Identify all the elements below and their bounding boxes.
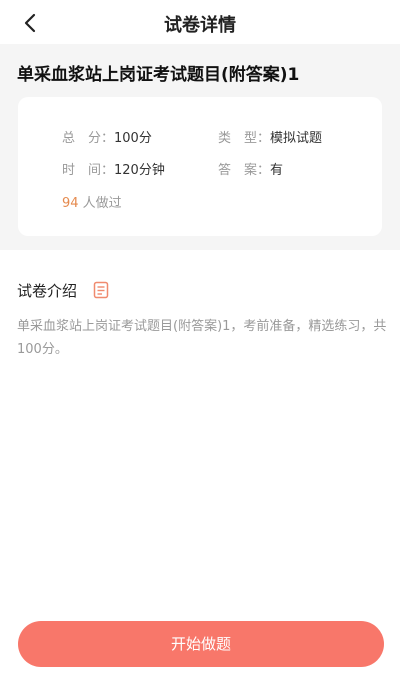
total-score-label: 总 分： [62,131,115,146]
answer-value: 有 [270,163,284,178]
done-count-suffix: 人做过 [78,196,122,211]
page-title: 试卷详情 [164,15,236,36]
answer-label: 答 案： [218,163,271,178]
time-row: 时 间：120分钟 [62,159,165,178]
type-label: 类 型： [218,131,271,146]
time-value: 120分钟 [114,163,165,178]
total-score-row: 总 分：100分 [62,127,152,146]
type-value: 模拟试题 [270,131,323,146]
paper-info-card: 总 分：100分 类 型：模拟试题 时 间：120分钟 答 案：有 94 人做过 [18,97,382,236]
paper-title: 单采血浆站上岗证考试题目(附答案)1 [17,65,300,85]
done-count: 94 人做过 [62,192,122,211]
done-count-number: 94 [62,196,79,211]
document-icon [93,281,109,299]
start-button[interactable]: 开始做题 [18,621,384,667]
time-label: 时 间： [62,163,115,178]
intro-heading: 试卷介绍 [17,282,78,300]
intro-text: 单采血浆站上岗证考试题目(附答案)1，考前准备，精选练习，共100分。 [17,319,387,357]
total-score-value: 100分 [114,131,152,146]
answer-row: 答 案：有 [218,159,283,178]
paper-info-section: 单采血浆站上岗证考试题目(附答案)1 总 分：100分 类 型：模拟试题 时 间… [0,44,400,250]
nav-bar: 试卷详情 [0,0,400,44]
type-row: 类 型：模拟试题 [218,127,322,146]
